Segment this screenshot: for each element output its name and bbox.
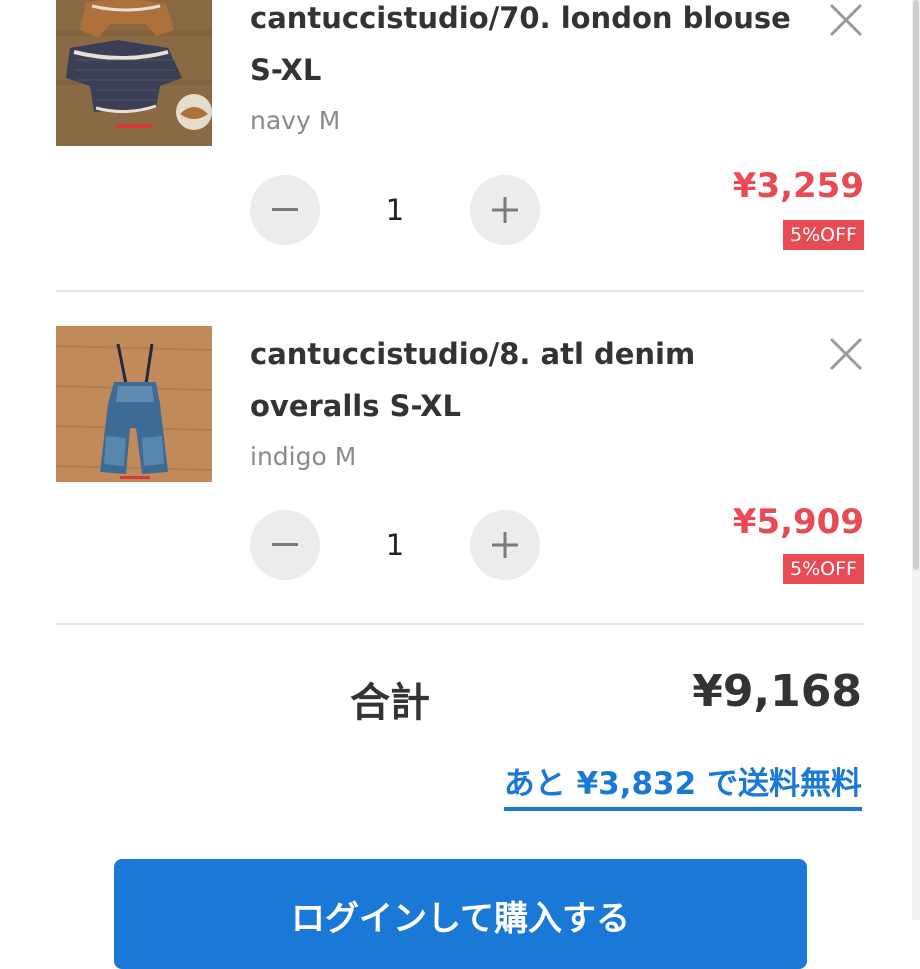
product-variant: navy M: [250, 106, 341, 135]
scrollbar[interactable]: [912, 0, 920, 920]
cart-item: cantuccistudio/8. atl denim overalls S-X…: [56, 290, 864, 627]
item-price: ¥5,909: [732, 502, 864, 542]
quantity-value: 1: [385, 528, 405, 562]
remove-item-button[interactable]: [828, 336, 864, 372]
minus-icon: [272, 208, 298, 211]
total-value: ¥9,168: [692, 666, 862, 717]
close-icon: [829, 337, 863, 371]
product-thumbnail[interactable]: [56, 326, 212, 482]
plus-icon: [492, 197, 518, 223]
product-thumbnail[interactable]: [56, 0, 212, 146]
total-label: 合計: [350, 680, 430, 726]
increase-quantity-button[interactable]: [470, 510, 540, 580]
increase-quantity-button[interactable]: [470, 175, 540, 245]
scrollbar-thumb[interactable]: [913, 0, 919, 570]
login-checkout-button[interactable]: ログインして購入する: [114, 859, 807, 969]
discount-badge: 5%OFF: [783, 554, 864, 584]
item-price: ¥3,259: [732, 166, 864, 206]
close-icon: [829, 3, 863, 37]
plus-icon: [492, 532, 518, 558]
quantity-stepper: 1: [250, 510, 540, 580]
product-title[interactable]: cantuccistudio/8. atl denim overalls S-X…: [250, 328, 810, 432]
product-variant: indigo M: [250, 442, 357, 471]
minus-icon: [272, 543, 298, 546]
cart-item: cantuccistudio/70. london blouse S-XL na…: [56, 0, 864, 290]
quantity-stepper: 1: [250, 175, 540, 245]
decrease-quantity-button[interactable]: [250, 510, 320, 580]
remove-item-button[interactable]: [828, 2, 864, 38]
quantity-value: 1: [385, 193, 405, 227]
free-shipping-link[interactable]: あと ¥3,832 で送料無料: [503, 758, 862, 811]
product-title[interactable]: cantuccistudio/70. london blouse S-XL: [250, 0, 810, 96]
divider: [56, 623, 864, 625]
decrease-quantity-button[interactable]: [250, 175, 320, 245]
discount-badge: 5%OFF: [783, 220, 864, 250]
